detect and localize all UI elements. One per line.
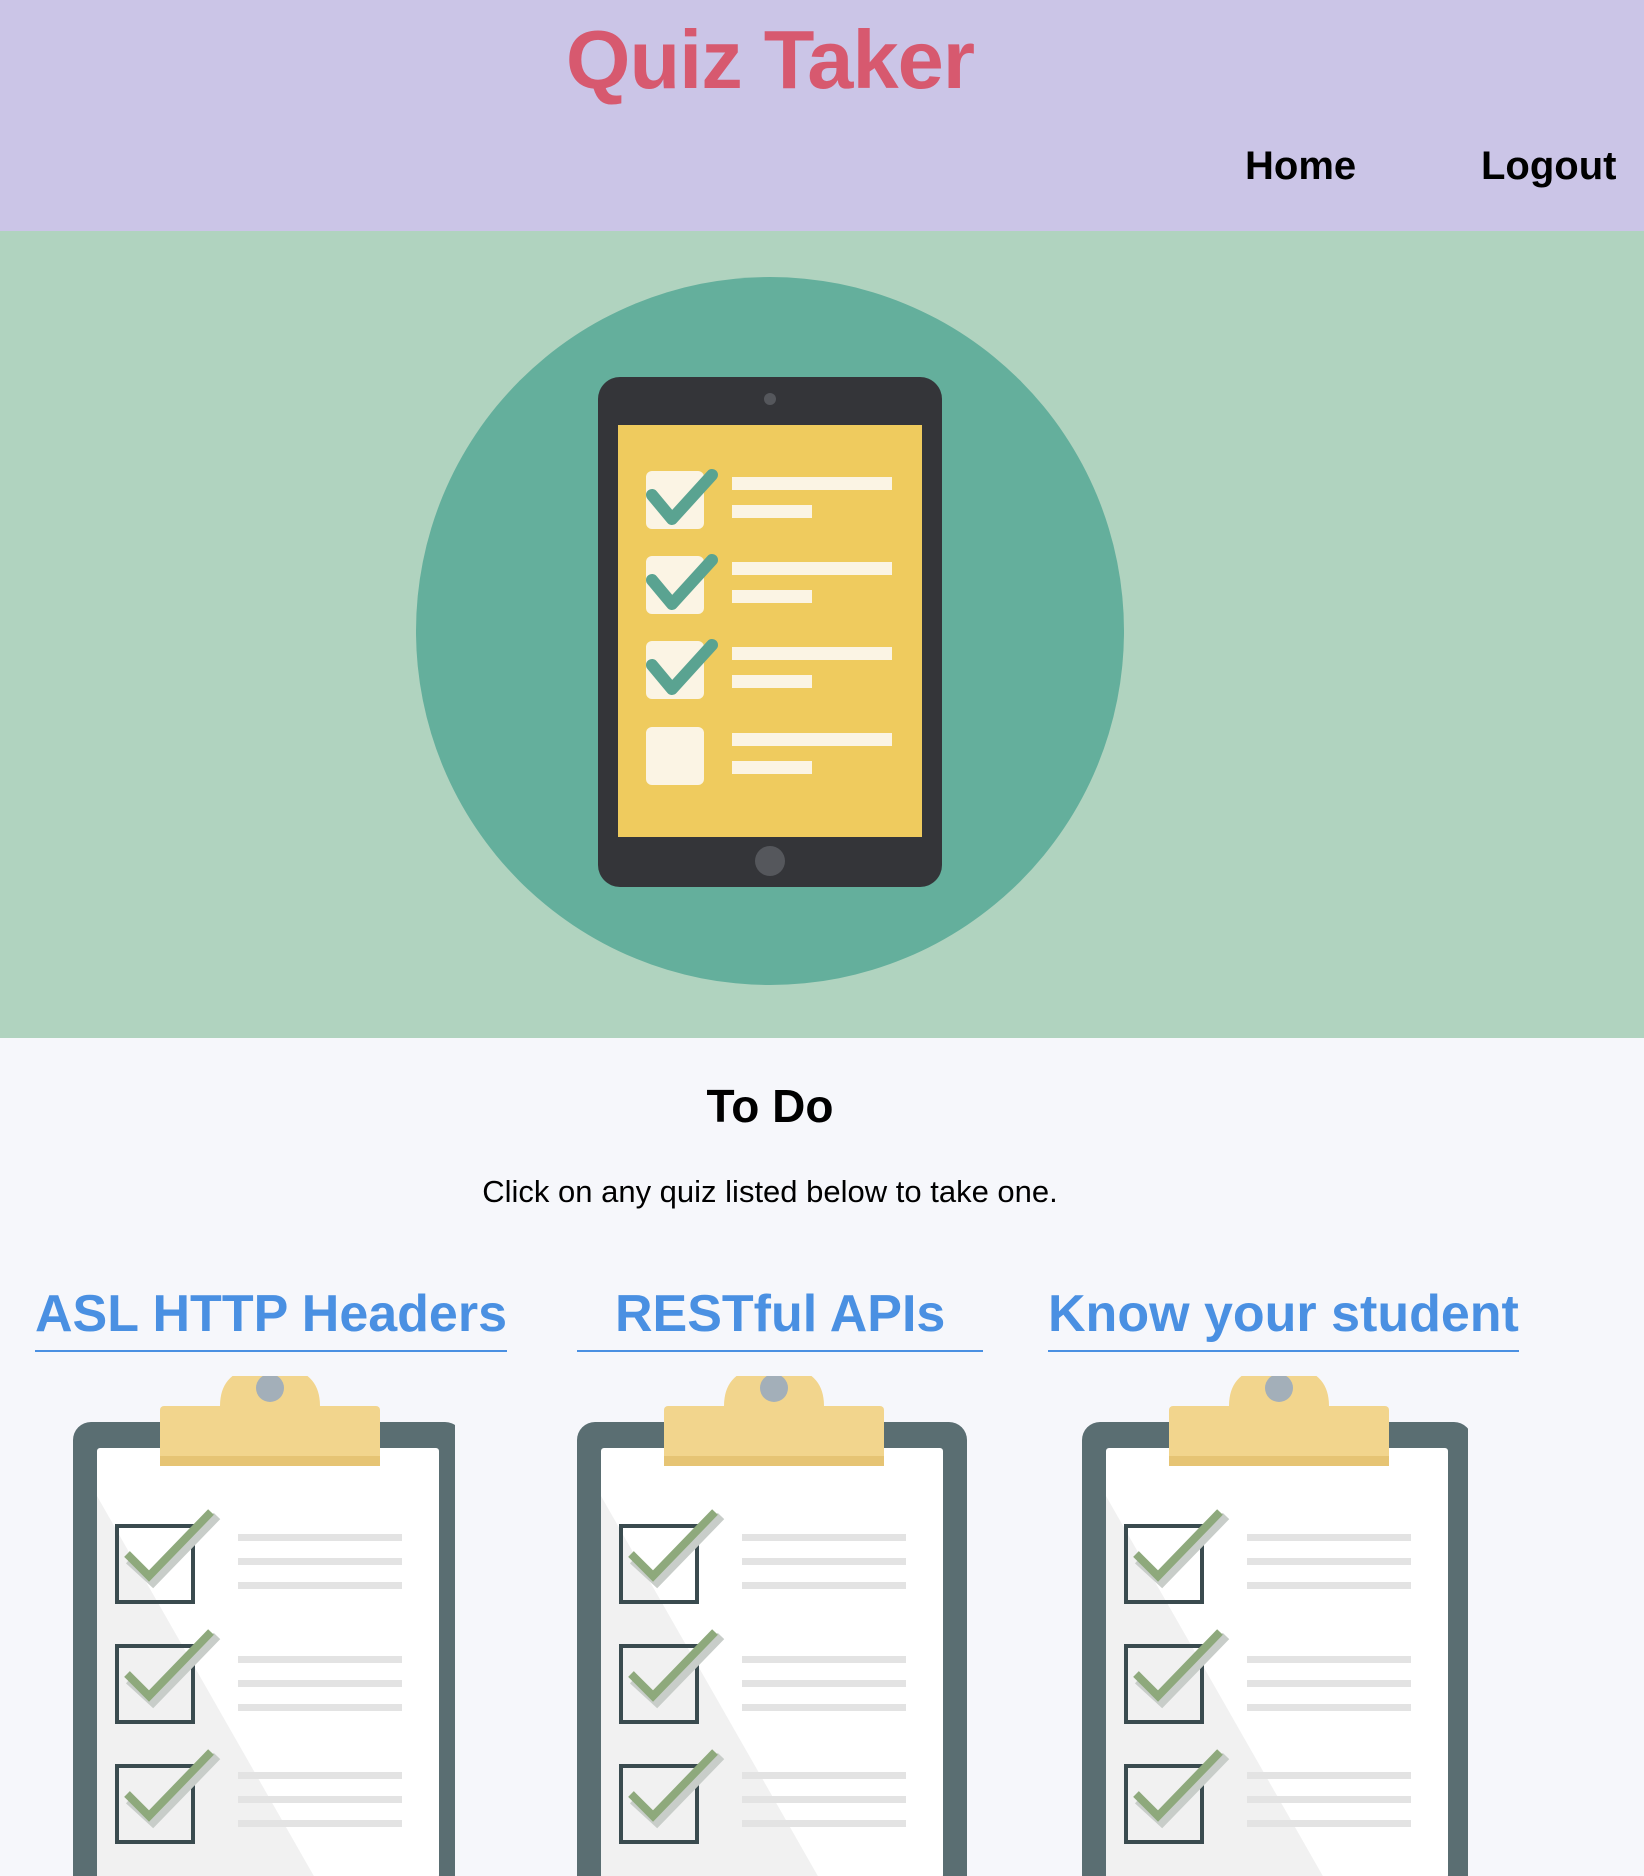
todo-heading: To Do — [706, 1080, 834, 1132]
quiz-card[interactable]: RESTful APIs — [577, 1280, 1057, 1876]
hero-banner — [0, 231, 1644, 1038]
quiz-link-restful-apis[interactable]: RESTful APIs — [577, 1280, 984, 1352]
clipboard-checklist-icon — [1082, 1376, 1468, 1876]
tablet-checklist-icon — [416, 277, 1124, 985]
nav-logout-link[interactable]: Logout — [1481, 140, 1617, 192]
quiz-link-asl-http-headers[interactable]: ASL HTTP Headers — [35, 1280, 508, 1352]
quiz-link-know-your-student[interactable]: Know your student — [1048, 1280, 1519, 1352]
nav-home-link[interactable]: Home — [1245, 140, 1356, 192]
clipboard-checklist-icon — [577, 1376, 967, 1876]
app-title: Quiz Taker — [565, 13, 975, 106]
quiz-card[interactable]: Know your student — [1048, 1280, 1548, 1876]
clipboard-checklist-icon — [73, 1376, 455, 1876]
todo-instructions: Click on any quiz listed below to take o… — [482, 1174, 1058, 1209]
app-header: Quiz Taker Home Logout — [0, 0, 1644, 231]
quiz-card[interactable]: ASL HTTP Headers — [35, 1280, 515, 1876]
